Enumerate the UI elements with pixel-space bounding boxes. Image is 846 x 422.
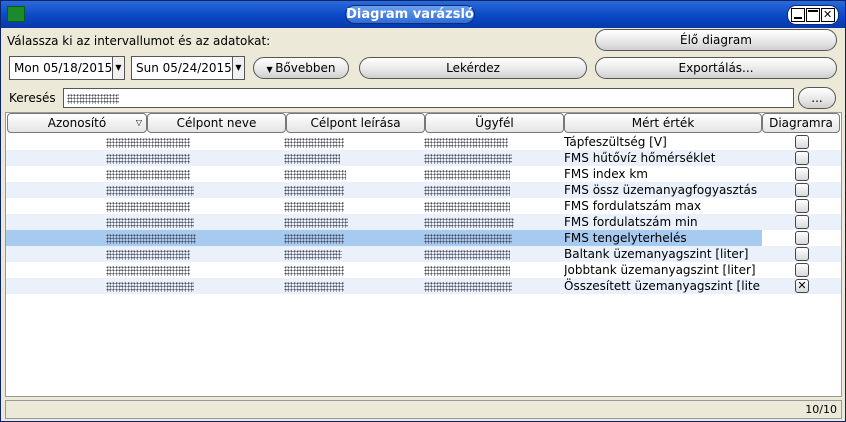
table-row[interactable]: FMS hűtővíz hőmérséklet — [6, 150, 841, 166]
data-table: Azonosító ▽ Célpont neve Célpont leírása… — [5, 112, 842, 397]
obscured-target-name-cell — [284, 166, 346, 182]
measured-value-cell: FMS össz üzemanyagfogyasztás — [564, 183, 758, 197]
obscured-customer-cell — [424, 182, 510, 198]
obscured-target-name-cell — [284, 182, 344, 198]
maximize-icon[interactable] — [805, 8, 820, 22]
sort-desc-icon: ▽ — [135, 118, 142, 127]
table-row[interactable]: FMS index km — [6, 166, 841, 182]
obscured-customer-cell — [424, 134, 508, 150]
measured-value-cell: Baltank üzemanyagszint [liter] — [564, 247, 749, 261]
chart-app-icon — [7, 6, 25, 22]
table-row[interactable]: FMS fordulatszám max — [6, 198, 841, 214]
table-row[interactable]: FMS össz üzemanyagfogyasztás — [6, 182, 841, 198]
obscured-target-name-cell — [284, 134, 344, 150]
search-input[interactable] — [63, 88, 794, 108]
column-header-target-name[interactable]: Célpont neve — [147, 113, 286, 133]
obscured-search-text — [67, 93, 119, 104]
measured-value-cell: FMS fordulatszám max — [564, 199, 702, 213]
live-chart-button[interactable]: Élő diagram — [595, 29, 837, 51]
column-header-target-desc[interactable]: Célpont leírása — [286, 113, 425, 133]
obscured-customer-cell — [424, 214, 514, 230]
date-to-value: Sun 05/24/2015 — [136, 61, 232, 75]
table-row[interactable]: Jobbtank üzemanyagszint [liter] — [6, 262, 841, 278]
chart-checkbox[interactable] — [795, 231, 809, 245]
obscured-id-cell — [106, 134, 190, 150]
measured-value-cell: FMS fordulatszám min — [564, 215, 698, 229]
obscured-id-cell — [106, 150, 190, 166]
chart-checkbox[interactable] — [795, 263, 809, 277]
chart-checkbox[interactable] — [795, 135, 809, 149]
obscured-id-cell — [106, 214, 194, 230]
obscured-id-cell — [106, 198, 190, 214]
window-title: Diagram varázsló — [345, 5, 475, 24]
column-header-id[interactable]: Azonosító ▽ — [7, 113, 147, 133]
measured-value-cell: FMS tengelyterhelés — [564, 231, 687, 245]
obscured-id-cell — [106, 278, 194, 294]
obscured-id-cell — [106, 182, 194, 198]
measured-value-cell: FMS hűtővíz hőmérséklet — [564, 151, 716, 165]
obscured-target-name-cell — [284, 150, 340, 166]
obscured-id-cell — [106, 262, 190, 278]
triangle-down-icon: ▼ — [266, 65, 276, 74]
obscured-target-name-cell — [284, 246, 342, 262]
obscured-target-name-cell — [284, 214, 348, 230]
minimize-icon[interactable] — [791, 8, 806, 22]
table-row[interactable]: Baltank üzemanyagszint [liter] — [6, 246, 841, 262]
chart-checkbox[interactable] — [795, 151, 809, 165]
more-button[interactable]: ▼ Bővebben — [253, 57, 349, 79]
obscured-target-name-cell — [284, 230, 344, 246]
obscured-customer-cell — [424, 278, 512, 294]
chart-checkbox[interactable] — [795, 215, 809, 229]
query-button[interactable]: Lekérdez — [359, 57, 587, 79]
more-button-label: Bővebben — [275, 61, 336, 75]
measured-value-cell: Összesített üzemanyagszint [liter] — [564, 279, 760, 293]
obscured-customer-cell — [424, 198, 510, 214]
chart-checkbox[interactable] — [795, 247, 809, 261]
obscured-customer-cell — [424, 262, 510, 278]
record-count: 10/10 — [805, 403, 837, 416]
column-header-measured-value[interactable]: Mért érték — [564, 113, 762, 133]
export-button[interactable]: Exportálás... — [595, 57, 837, 79]
column-header-customer[interactable]: Ügyfél — [425, 113, 564, 133]
table-header: Azonosító ▽ Célpont neve Célpont leírása… — [6, 113, 841, 133]
chart-checkbox[interactable] — [795, 167, 809, 181]
dropdown-arrow-icon[interactable]: ▼ — [112, 57, 124, 79]
date-from-select[interactable]: Mon 05/18/2015 ▼ — [9, 56, 125, 80]
browse-button[interactable]: ... — [798, 87, 836, 109]
table-row[interactable]: Tápfeszültség [V] — [6, 134, 841, 150]
title-bar: Diagram varázsló ✕ — [1, 1, 845, 28]
obscured-target-name-cell — [284, 198, 344, 214]
chart-checkbox[interactable]: ✕ — [795, 279, 809, 293]
window-controls: ✕ — [787, 5, 839, 25]
measured-value-cell: FMS index km — [564, 167, 648, 181]
dropdown-arrow-icon[interactable]: ▼ — [232, 57, 244, 79]
obscured-customer-cell — [424, 246, 510, 262]
date-to-select[interactable]: Sun 05/24/2015 ▼ — [131, 56, 245, 80]
interval-prompt: Válassza ki az intervallumot és az adato… — [7, 34, 271, 48]
obscured-customer-cell — [424, 230, 512, 246]
chart-checkbox[interactable] — [795, 199, 809, 213]
measured-value-cell: Tápfeszültség [V] — [564, 135, 667, 149]
chart-wizard-window: Diagram varázsló ✕ Válassza ki az interv… — [0, 0, 846, 422]
obscured-target-name-cell — [284, 278, 344, 294]
obscured-target-name-cell — [284, 262, 344, 278]
measured-value-cell: Jobbtank üzemanyagszint [liter] — [564, 263, 756, 277]
obscured-id-cell — [106, 246, 190, 262]
obscured-id-cell — [106, 230, 196, 246]
obscured-customer-cell — [424, 166, 510, 182]
status-bar: 10/10 — [5, 400, 842, 419]
table-row[interactable]: FMS fordulatszám min — [6, 214, 841, 230]
column-header-chart[interactable]: Diagramra — [762, 113, 840, 133]
search-label: Keresés — [9, 91, 56, 105]
obscured-id-cell — [106, 166, 190, 182]
table-row[interactable]: Összesített üzemanyagszint [liter] ✕ — [6, 278, 841, 294]
obscured-customer-cell — [424, 150, 512, 166]
date-from-value: Mon 05/18/2015 — [14, 61, 113, 75]
close-icon[interactable]: ✕ — [820, 8, 835, 22]
column-header-label: Azonosító — [47, 116, 107, 130]
chart-checkbox[interactable] — [795, 183, 809, 197]
table-row[interactable]: FMS tengelyterhelés — [6, 230, 841, 246]
